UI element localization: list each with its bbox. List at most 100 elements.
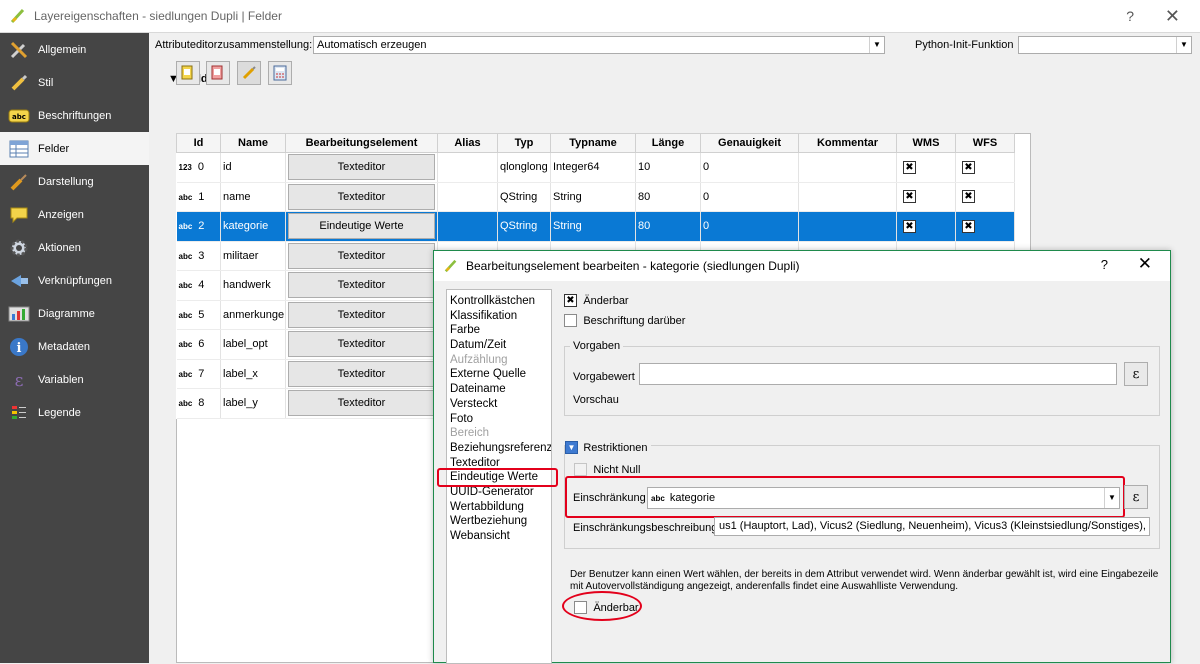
alias-cell[interactable] — [437, 182, 498, 212]
col-header-comment[interactable]: Kommentar — [798, 133, 897, 153]
sidebar-item-darstellung[interactable]: Darstellung — [0, 165, 149, 198]
edit-widget-button[interactable]: Texteditor — [288, 331, 435, 358]
id-value: 8 — [198, 397, 205, 410]
label-on-top-label: Beschriftung darüber — [583, 315, 686, 327]
alias-cell[interactable] — [437, 211, 498, 242]
label-on-top-row[interactable]: Beschriftung darüber — [564, 313, 686, 328]
sidebar-item-allgemein[interactable]: Allgemein — [0, 33, 149, 66]
constraint-expression-select[interactable]: abc kategorie ▼ — [647, 487, 1120, 509]
editor-cell: Eindeutige Werte — [285, 211, 438, 242]
col-header-editor[interactable]: Bearbeitungselement — [285, 133, 438, 153]
dialog-help-button[interactable]: ? — [1101, 257, 1108, 272]
sidebar-item-felder[interactable]: Felder — [0, 132, 149, 165]
toggle-edit-button[interactable] — [237, 61, 261, 85]
list-item[interactable]: UUID-Generator — [447, 485, 551, 500]
label-on-top-checkbox[interactable] — [564, 314, 577, 328]
editor-layout-select[interactable]: Automatisch erzeugen ▼ — [313, 36, 885, 54]
col-header-alias[interactable]: Alias — [437, 133, 498, 153]
col-header-precision[interactable]: Genauigkeit — [700, 133, 799, 153]
table-row[interactable]: abc 1 name Texteditor QString String 80 0… — [176, 182, 1015, 212]
editable-checkbox[interactable]: ✖ — [564, 294, 577, 308]
col-header-id[interactable]: Id — [176, 133, 221, 153]
sidebar: Allgemein Stil abc Beschriftungen Felder… — [0, 33, 149, 663]
wfs-cell: ✖ — [955, 211, 1015, 242]
comment-cell[interactable] — [798, 152, 897, 183]
wms-checkbox[interactable]: ✖ — [903, 219, 916, 233]
comment-cell[interactable] — [798, 182, 897, 212]
list-item[interactable]: Kontrollkästchen — [447, 294, 551, 309]
sidebar-item-beschriftungen[interactable]: abc Beschriftungen — [0, 99, 149, 132]
col-header-length[interactable]: Länge — [635, 133, 701, 153]
list-item[interactable]: Farbe — [447, 323, 551, 338]
col-header-type[interactable]: Typ — [497, 133, 551, 153]
sidebar-item-diagramme[interactable]: Diagramme — [0, 297, 149, 330]
list-item[interactable]: Foto — [447, 412, 551, 427]
table-row[interactable]: 123 0 id Texteditor qlonglong Integer64 1… — [176, 152, 1015, 183]
sidebar-item-verknuepfungen[interactable]: Verknüpfungen — [0, 264, 149, 297]
sidebar-item-stil[interactable]: Stil — [0, 66, 149, 99]
list-item[interactable]: Klassifikation — [447, 309, 551, 324]
sidebar-item-aktionen[interactable]: Aktionen — [0, 231, 149, 264]
sidebar-item-variablen[interactable]: ε Variablen — [0, 363, 149, 396]
wfs-checkbox[interactable]: ✖ — [962, 219, 975, 233]
restrictions-toggle[interactable]: ▼ Restriktionen — [565, 440, 651, 455]
edit-widget-button[interactable]: Texteditor — [288, 183, 435, 210]
id-cell: abc 8 — [176, 388, 221, 419]
epsilon-icon: ε — [1132, 489, 1140, 505]
edit-widget-button[interactable]: Texteditor — [288, 360, 435, 387]
wfs-checkbox[interactable]: ✖ — [962, 160, 975, 174]
edit-widget-button[interactable]: Texteditor — [288, 390, 435, 417]
list-item[interactable]: Webansicht — [447, 529, 551, 544]
dialog-close-button[interactable]: ✕ — [1138, 254, 1152, 274]
sidebar-item-label: Metadaten — [38, 340, 90, 353]
sidebar-item-legende[interactable]: Legende — [0, 396, 149, 429]
constraint-expression-button[interactable]: ε — [1124, 485, 1148, 509]
list-item[interactable]: Wertbeziehung — [447, 514, 551, 529]
name-cell: label_y — [220, 388, 286, 419]
default-value-input[interactable] — [639, 363, 1117, 385]
sidebar-item-anzeigen[interactable]: Anzeigen — [0, 198, 149, 231]
editor-cell: Texteditor — [285, 182, 438, 212]
calculator-icon — [273, 65, 287, 81]
list-item[interactable]: Beziehungsreferenz — [447, 441, 551, 456]
col-header-typename[interactable]: Typname — [550, 133, 636, 153]
sidebar-item-metadaten[interactable]: i Metadaten — [0, 330, 149, 363]
wms-checkbox[interactable]: ✖ — [903, 190, 916, 204]
new-field-button[interactable] — [176, 61, 200, 85]
col-header-name[interactable]: Name — [220, 133, 286, 153]
sidebar-item-label: Allgemein — [38, 43, 87, 56]
table-row-selected[interactable]: abc 2 kategorie Eindeutige Werte QString … — [176, 211, 1015, 242]
typename-cell: String — [550, 211, 636, 242]
id-value: 0 — [197, 161, 204, 174]
edit-widget-button[interactable]: Texteditor — [288, 301, 435, 328]
wms-checkbox[interactable]: ✖ — [903, 160, 916, 174]
help-button[interactable]: ? — [1126, 8, 1134, 24]
default-expression-button[interactable]: ε — [1124, 362, 1148, 386]
close-button[interactable]: ✕ — [1165, 6, 1180, 27]
wfs-checkbox[interactable]: ✖ — [962, 190, 975, 204]
editable-checkbox-row[interactable]: ✖ Änderbar — [564, 293, 629, 308]
alias-cell[interactable] — [437, 152, 498, 183]
list-item[interactable]: Datum/Zeit — [447, 338, 551, 353]
list-item[interactable]: Externe Quelle — [447, 367, 551, 382]
edit-widget-button[interactable]: Eindeutige Werte — [288, 213, 435, 240]
constraint-desc-input[interactable]: us1 (Hauptort, Lad), Vicus2 (Siedlung, N… — [714, 517, 1150, 536]
edit-widget-button[interactable]: Texteditor — [288, 242, 435, 269]
delete-field-button[interactable] — [206, 61, 230, 85]
not-null-row[interactable]: Nicht Null — [574, 462, 640, 477]
python-init-select[interactable]: ▼ — [1018, 36, 1192, 54]
type-cell: qlonglong — [497, 152, 551, 183]
not-null-checkbox[interactable] — [574, 463, 587, 477]
edit-widget-button[interactable]: Texteditor — [288, 154, 435, 181]
list-item[interactable]: Versteckt — [447, 397, 551, 412]
col-header-wfs[interactable]: WFS — [955, 133, 1015, 153]
list-item[interactable]: Dateiname — [447, 382, 551, 397]
comment-cell[interactable] — [798, 211, 897, 242]
col-header-wms[interactable]: WMS — [896, 133, 956, 153]
table-header-row: Id Name Bearbeitungselement Alias Typ Ty… — [176, 133, 1015, 153]
list-item[interactable]: Wertabbildung — [447, 500, 551, 515]
wms-cell: ✖ — [896, 152, 956, 183]
name-cell: militaer — [220, 241, 286, 271]
edit-widget-button[interactable]: Texteditor — [288, 272, 435, 299]
field-calculator-button[interactable] — [268, 61, 292, 85]
